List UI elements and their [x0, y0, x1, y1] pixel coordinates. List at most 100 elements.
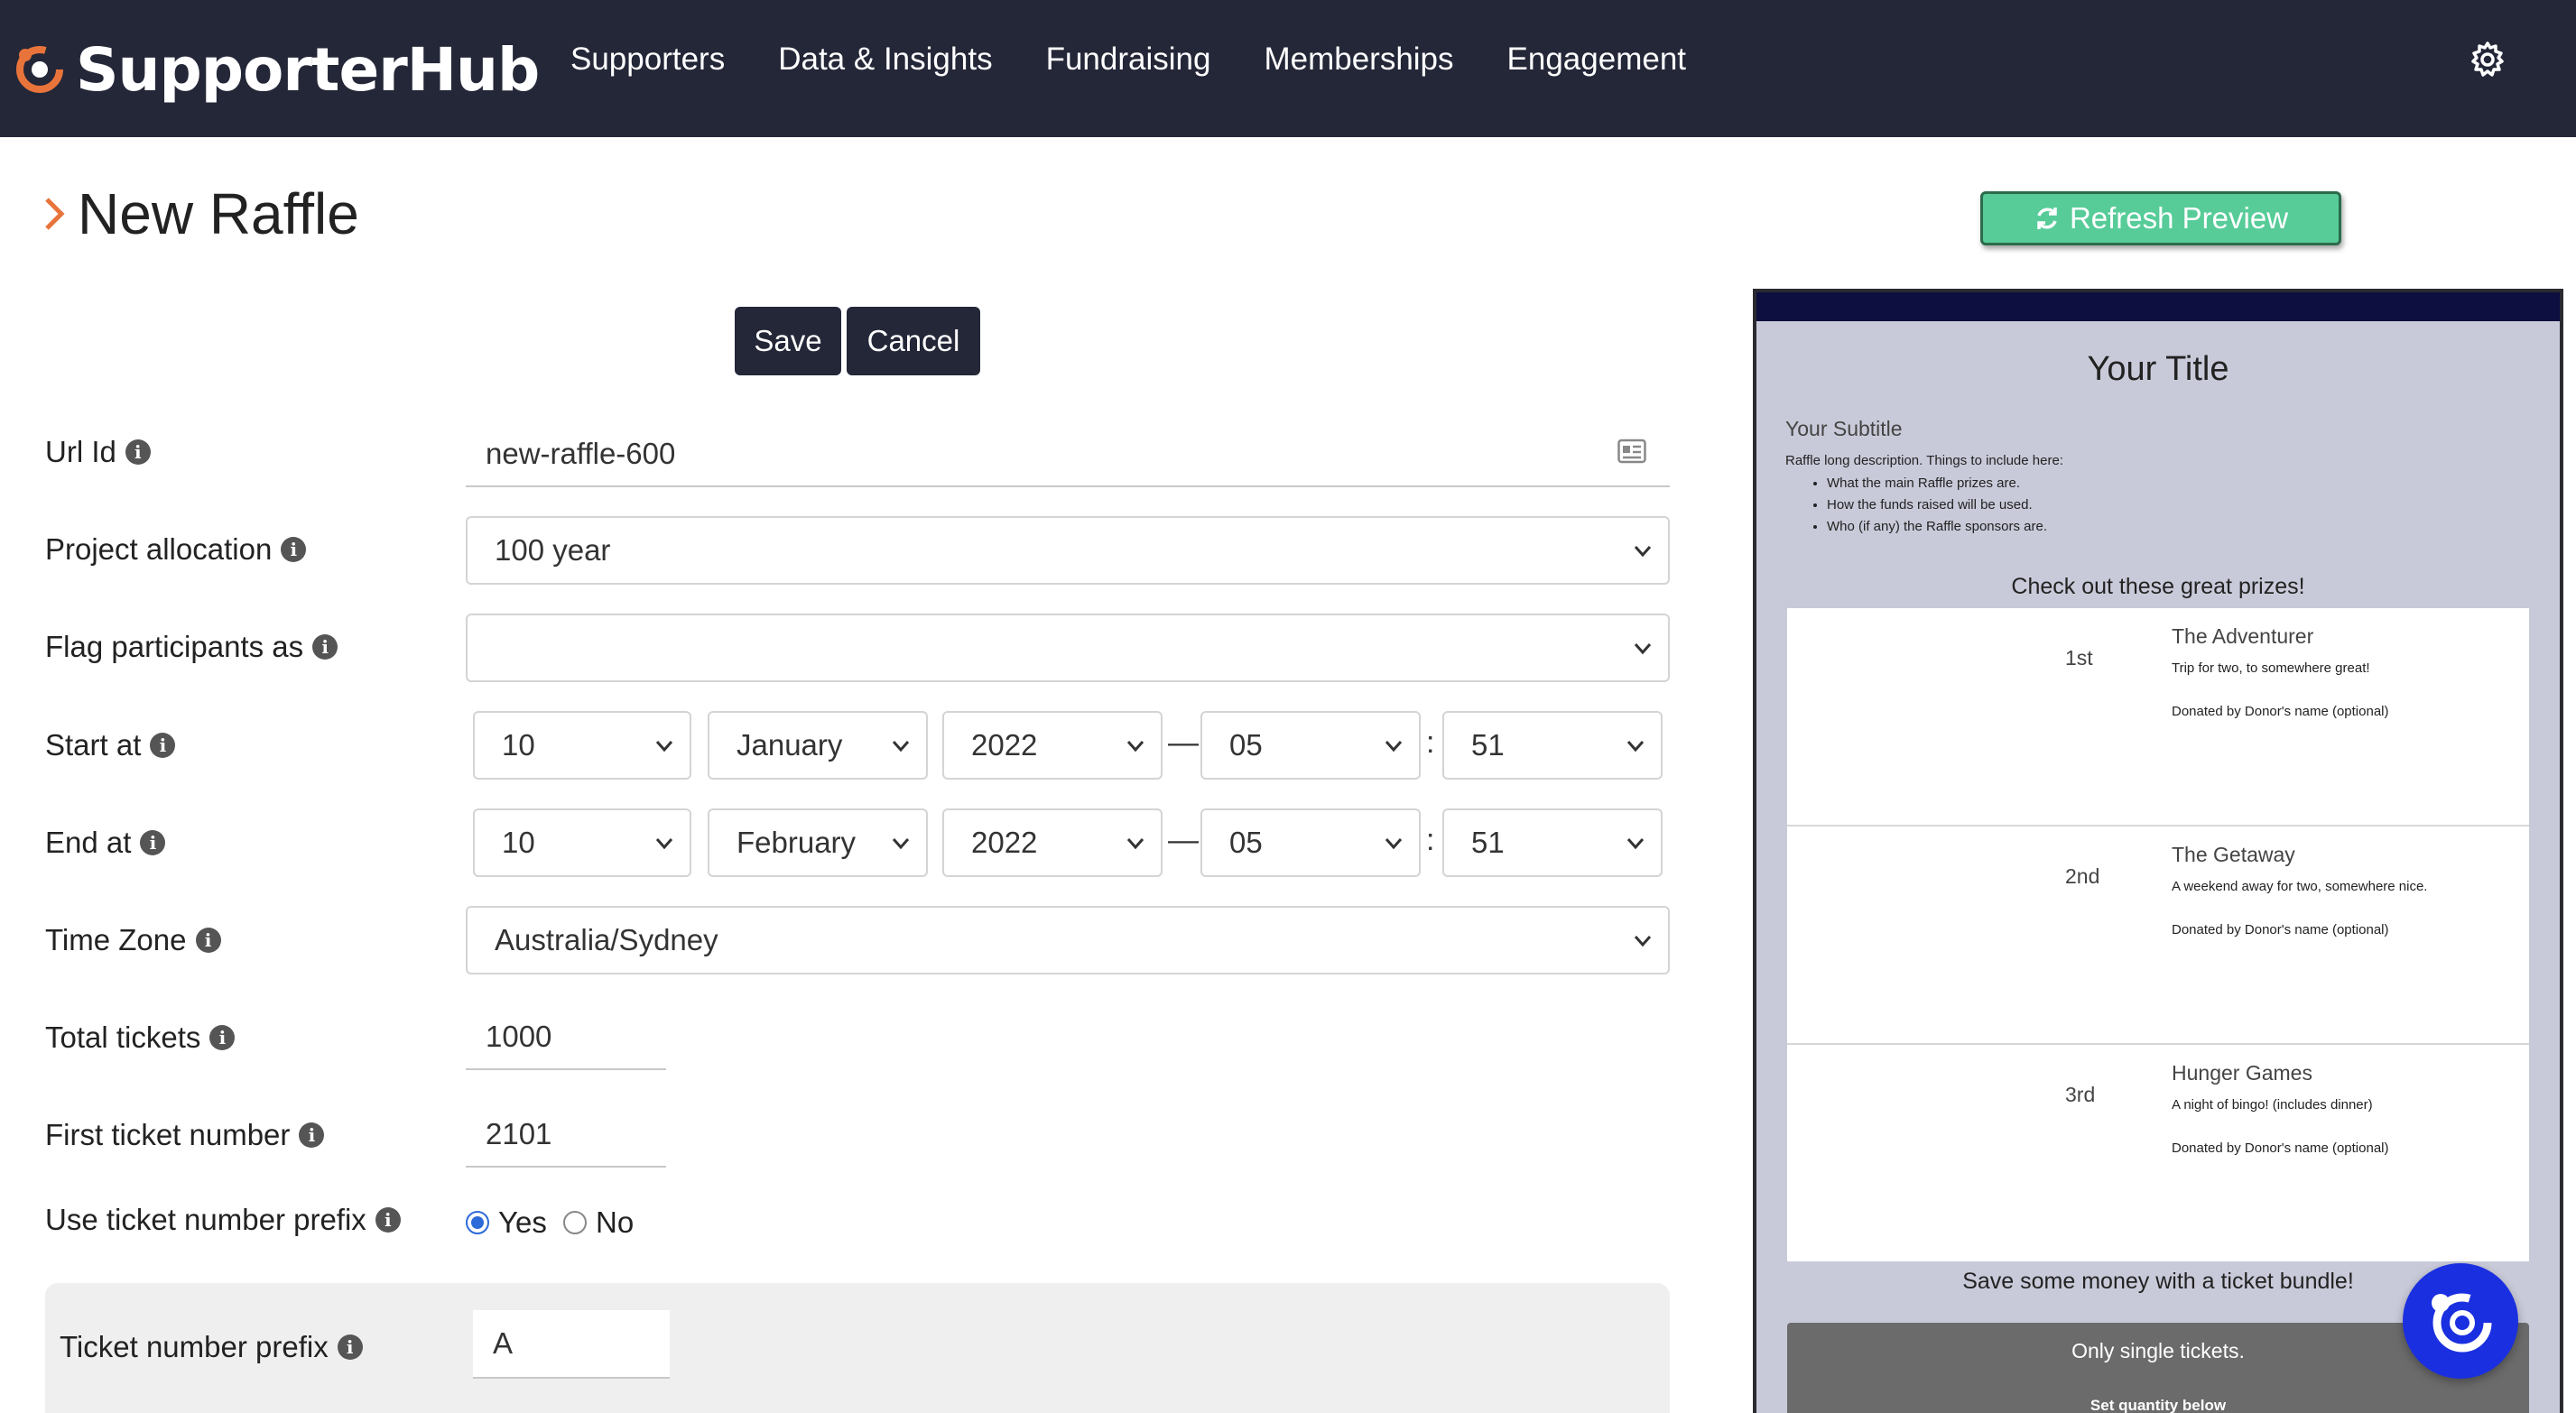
flag-participants-label: Flag participants as i: [45, 626, 338, 668]
chevron-down-icon: [1634, 643, 1652, 655]
main-nav: Supporters Data & Insights Fundraising M…: [570, 36, 1739, 83]
info-icon[interactable]: i: [375, 1207, 401, 1233]
total-tickets-input[interactable]: 1000: [466, 1005, 666, 1070]
radio-unselected-icon[interactable]: [563, 1211, 587, 1234]
radio-selected-icon[interactable]: [466, 1211, 489, 1234]
prize-row: 3rd Hunger Games A night of bingo! (incl…: [1787, 1045, 2529, 1263]
preview-description: Raffle long description. Things to inclu…: [1785, 453, 2063, 468]
start-hour-value: 05: [1229, 728, 1263, 762]
cancel-button[interactable]: Cancel: [847, 307, 980, 375]
nav-memberships[interactable]: Memberships: [1264, 36, 1453, 83]
start-day-select[interactable]: 10: [473, 711, 691, 780]
date-time-separator: —: [1168, 725, 1199, 760]
info-icon[interactable]: i: [299, 1122, 325, 1148]
preview-title: Your Title: [2087, 350, 2229, 388]
chevron-down-icon: [1126, 838, 1144, 850]
end-at-label-text: End at: [45, 826, 132, 859]
supporterhub-logo-icon: [16, 46, 63, 93]
info-icon[interactable]: i: [209, 1025, 236, 1050]
prize-rank: 3rd: [2065, 1083, 2096, 1106]
chat-button[interactable]: [2403, 1263, 2518, 1379]
id-card-icon[interactable]: [1617, 439, 1646, 464]
ticket-prefix-value: A: [493, 1326, 514, 1360]
end-minute-select[interactable]: 51: [1442, 808, 1663, 877]
info-icon[interactable]: i: [337, 1334, 363, 1360]
chevron-down-icon: [1385, 838, 1403, 850]
start-month-select[interactable]: January: [708, 711, 928, 780]
start-at-label-text: Start at: [45, 728, 142, 762]
prize-rank: 1st: [2065, 646, 2093, 670]
end-year-value: 2022: [971, 826, 1038, 859]
info-icon[interactable]: i: [150, 733, 176, 758]
prize-list: 1st The Adventurer Trip for two, to some…: [1787, 608, 2529, 1261]
time-zone-value: Australia/Sydney: [495, 923, 718, 956]
save-button[interactable]: Save: [735, 307, 841, 375]
start-minute-select[interactable]: 51: [1442, 711, 1663, 780]
chevron-down-icon: [655, 741, 673, 753]
start-year-select[interactable]: 2022: [942, 711, 1163, 780]
use-prefix-label: Use ticket number prefix i: [45, 1199, 401, 1241]
list-item: How the funds raised will be used.: [1827, 494, 2047, 516]
start-at-label: Start at i: [45, 725, 176, 766]
url-id-input[interactable]: new-raffle-600: [466, 422, 1670, 487]
chevron-down-icon: [892, 741, 910, 753]
ticket-prefix-panel: Ticket number prefix i A: [45, 1283, 1670, 1413]
url-id-value: new-raffle-600: [486, 437, 676, 470]
start-hour-select[interactable]: 05: [1200, 711, 1421, 780]
start-year-value: 2022: [971, 728, 1038, 762]
prize-donor: Donated by Donor's name (optional): [2172, 1141, 2389, 1156]
url-id-label: Url Id i: [45, 431, 151, 473]
preview-subtitle: Your Subtitle: [1785, 417, 1903, 440]
prefix-no-radio[interactable]: No: [563, 1205, 634, 1240]
project-allocation-select[interactable]: 100 year: [466, 516, 1670, 585]
chevron-right-icon: [45, 198, 65, 230]
prize-row: 1st The Adventurer Trip for two, to some…: [1787, 608, 2529, 827]
project-allocation-label-text: Project allocation: [45, 532, 273, 566]
chevron-down-icon: [1626, 741, 1645, 753]
prefix-yes-label: Yes: [498, 1205, 547, 1239]
page-header: New Raffle: [42, 180, 359, 247]
url-id-label-text: Url Id: [45, 435, 116, 468]
info-icon[interactable]: i: [140, 830, 166, 855]
prize-rank: 2nd: [2065, 864, 2100, 888]
first-ticket-number-value: 2101: [486, 1117, 552, 1150]
chevron-down-icon: [655, 838, 673, 850]
ticket-prefix-label: Ticket number prefix i: [60, 1326, 363, 1368]
gear-icon[interactable]: [2468, 40, 2507, 79]
nav-fundraising[interactable]: Fundraising: [1046, 36, 1211, 83]
nav-data-insights[interactable]: Data & Insights: [778, 36, 992, 83]
start-day-value: 10: [502, 728, 535, 762]
end-day-select[interactable]: 10: [473, 808, 691, 877]
prize-row: 2nd The Getaway A weekend away for two, …: [1787, 827, 2529, 1045]
end-year-select[interactable]: 2022: [942, 808, 1163, 877]
chevron-down-icon: [1626, 838, 1645, 850]
ticket-prefix-label-text: Ticket number prefix: [60, 1330, 329, 1363]
chevron-down-icon: [1634, 546, 1652, 558]
ticket-prefix-input[interactable]: A: [473, 1310, 670, 1379]
first-ticket-number-input[interactable]: 2101: [466, 1103, 666, 1168]
end-month-select[interactable]: February: [708, 808, 928, 877]
prize-description: A night of bingo! (includes dinner): [2172, 1097, 2373, 1113]
total-tickets-label-text: Total tickets: [45, 1020, 201, 1054]
total-tickets-value: 1000: [486, 1020, 552, 1053]
end-hour-select[interactable]: 05: [1200, 808, 1421, 877]
flag-participants-label-text: Flag participants as: [45, 630, 304, 663]
flag-participants-select[interactable]: [466, 614, 1670, 682]
chat-icon: [2432, 1293, 2492, 1353]
preview-bullets: What the main Raffle prizes are. How the…: [1793, 473, 2047, 538]
nav-engagement[interactable]: Engagement: [1507, 36, 1686, 83]
project-allocation-label: Project allocation i: [45, 529, 307, 570]
brand[interactable]: SupporterHub: [13, 29, 540, 110]
top-navbar: SupporterHub Supporters Data & Insights …: [0, 0, 2576, 137]
refresh-preview-button[interactable]: Refresh Preview: [1980, 191, 2341, 245]
time-zone-label-text: Time Zone: [45, 923, 187, 956]
info-icon[interactable]: i: [195, 928, 221, 953]
nav-supporters[interactable]: Supporters: [570, 36, 725, 83]
time-zone-select[interactable]: Australia/Sydney: [466, 906, 1670, 974]
info-icon[interactable]: i: [125, 439, 151, 465]
info-icon[interactable]: i: [312, 634, 338, 660]
info-icon[interactable]: i: [281, 537, 307, 562]
prefix-yes-radio[interactable]: Yes: [466, 1205, 547, 1240]
end-day-value: 10: [502, 826, 535, 859]
use-prefix-label-text: Use ticket number prefix: [45, 1203, 366, 1236]
